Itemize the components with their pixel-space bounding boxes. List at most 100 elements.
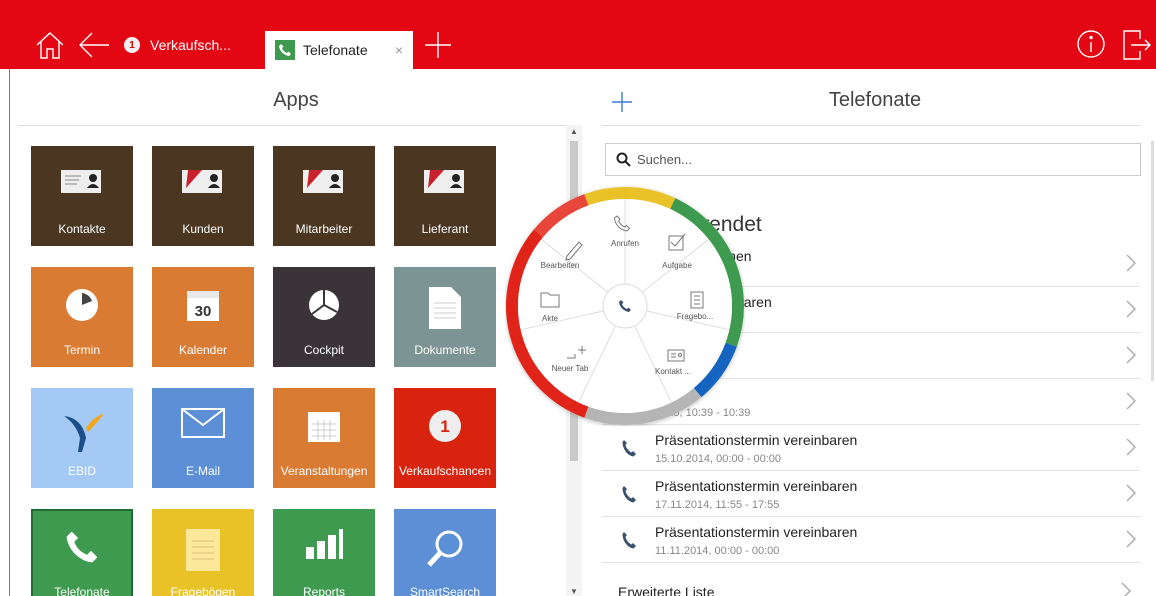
phone-icon (622, 532, 636, 549)
app-tile-smartsearch[interactable]: SmartSearch (394, 509, 496, 596)
app-tile-label: Dokumente (414, 343, 476, 357)
app-tile-e-mail[interactable]: E-Mail (152, 388, 254, 488)
call-title: Präsentationstermin vereinbaren (655, 524, 858, 540)
call-datetime: 15.10.2014, 00:00 - 00:00 (655, 453, 781, 465)
app-tile-mitarbeiter[interactable]: Mitarbeiter (273, 146, 375, 246)
clock-icon (64, 287, 100, 326)
app-tile-kunden[interactable]: Kunden (152, 146, 254, 246)
contact-card-icon (424, 166, 466, 197)
svg-text:1: 1 (440, 417, 449, 436)
call-title: Präsentationstermin vereinbaren (655, 478, 858, 494)
call-list-item[interactable]: Präsentationstermin vereinbaren 11.11.201… (602, 517, 1140, 563)
app-tile-label: SmartSearch (409, 585, 481, 596)
questionnaire-icon (186, 529, 220, 574)
top-bar: 1 Verkaufsch... Telefonate × (0, 0, 1156, 69)
app-tile-label: Mitarbeiter (295, 222, 353, 236)
call-datetime: 17.11.2014, 11:55 - 17:55 (655, 499, 780, 511)
logout-icon[interactable] (1122, 29, 1152, 61)
chevron-right-icon[interactable] (1126, 484, 1136, 502)
app-tile-ebid[interactable]: EBID (31, 388, 133, 488)
call-list-item[interactable]: Präsentationstermin vereinbaren 17.11.201… (602, 471, 1140, 517)
phone-icon (622, 486, 636, 503)
event-calendar-icon (306, 408, 342, 447)
pie-chart-icon (306, 287, 342, 326)
magnifier-icon (425, 529, 465, 572)
phone-icon (622, 440, 636, 457)
badge-icon: 1 (427, 408, 463, 447)
divider (602, 125, 1140, 126)
radial-menu-item-fragebo[interactable]: Fragebo... (677, 312, 713, 321)
app-tile-label: Fragebögen (170, 585, 236, 596)
apps-panel: Apps Kontakte Kunden Mitarbeiter Lieferant T… (9, 69, 582, 596)
app-tile-kalender[interactable]: 30 Kalender (152, 267, 254, 367)
app-tile-label: Cockpit (303, 343, 344, 357)
home-icon[interactable] (34, 30, 66, 60)
app-tile-label: Lieferant (421, 222, 469, 236)
app-tile-reports[interactable]: Reports (273, 509, 375, 596)
app-tile-kontakte[interactable]: Kontakte (31, 146, 133, 246)
apps-title: Apps (273, 89, 319, 111)
app-tile-cockpit[interactable]: Cockpit (273, 267, 375, 367)
call-datetime: 11.11.2014, 00:00 - 00:00 (655, 545, 780, 557)
calendar-icon: 30 (185, 287, 221, 326)
search-icon (616, 152, 631, 167)
radial-menu: Anrufen Aufgabe Fragebo... Kontakt ... Neuer… (506, 187, 744, 425)
app-tile-verkaufschancen[interactable]: 1 Verkaufschancen (394, 388, 496, 488)
chevron-right-icon[interactable] (1126, 300, 1136, 318)
chevron-right-icon[interactable] (1121, 582, 1131, 596)
radial-menu-item-bearbeiten[interactable]: Bearbeiten (541, 261, 580, 270)
back-arrow-icon[interactable] (77, 30, 111, 60)
app-tile-label: Kontakte (58, 222, 106, 236)
chevron-right-icon[interactable] (1126, 438, 1136, 456)
radial-menu-item-anrufen[interactable]: Anrufen (611, 239, 639, 248)
chevron-right-icon[interactable] (1126, 530, 1136, 548)
call-list-item[interactable]: Präsentationstermin vereinbaren 15.10.201… (602, 425, 1140, 471)
app-tile-label: Kalender (178, 343, 228, 357)
radial-menu-item-neuer-tab[interactable]: Neuer Tab (552, 364, 589, 373)
app-tile-label: Veranstaltungen (280, 464, 368, 478)
app-tile-fragebögen[interactable]: Fragebögen (152, 509, 254, 596)
ebid-logo-icon (60, 408, 104, 455)
svg-text:30: 30 (195, 303, 212, 320)
contact-card-icon (303, 166, 345, 197)
radial-menu-item-aufgabe[interactable]: Aufgabe (662, 261, 692, 270)
tab-verkaufschancen[interactable]: 1 Verkaufsch... (124, 28, 231, 62)
app-tile-lieferant[interactable]: Lieferant (394, 146, 496, 246)
extended-list-link[interactable]: Erweiterte Liste (618, 584, 714, 596)
add-tab-icon[interactable] (423, 30, 453, 60)
app-tile-telefonate[interactable]: Telefonate (31, 509, 133, 596)
tab-badge: 1 (124, 37, 140, 53)
telefonate-title: Telefonate (828, 89, 922, 111)
tab-label: Telefonate (303, 42, 368, 58)
scroll-down-icon[interactable]: ▼ (570, 587, 578, 596)
document-icon (429, 287, 461, 332)
app-tile-label: Kunden (182, 222, 224, 236)
app-tile-dokumente[interactable]: Dokumente (394, 267, 496, 367)
tab-telefonate[interactable]: Telefonate × (265, 31, 413, 69)
contact-card-icon (61, 166, 103, 197)
info-icon[interactable] (1076, 29, 1106, 59)
scroll-up-icon[interactable]: ▲ (570, 127, 578, 136)
app-tile-label: E-Mail (185, 464, 220, 478)
bar-chart-icon (304, 529, 344, 562)
contact-card-icon (182, 166, 224, 197)
chevron-right-icon[interactable] (1126, 346, 1136, 364)
phone-icon (275, 40, 295, 60)
app-tile-label: Verkaufschancen (398, 464, 492, 478)
call-title: Präsentationstermin vereinbaren (655, 432, 858, 448)
close-tab-icon[interactable]: × (395, 42, 403, 58)
divider (18, 125, 572, 126)
phone-icon (64, 529, 100, 568)
tab-label: Verkaufsch... (150, 37, 231, 53)
chevron-right-icon[interactable] (1126, 392, 1136, 410)
search-input[interactable]: Suchen... (605, 143, 1141, 176)
radial-menu-item-akte[interactable]: Akte (542, 314, 559, 323)
search-placeholder: Suchen... (637, 152, 692, 167)
radial-menu-item-kontakt[interactable]: Kontakt ... (655, 367, 691, 376)
chevron-right-icon[interactable] (1126, 254, 1136, 272)
list-scrollbar[interactable] (1151, 141, 1154, 381)
envelope-icon (181, 408, 225, 441)
app-tile-termin[interactable]: Termin (31, 267, 133, 367)
app-tile-label: Reports (302, 585, 346, 596)
app-tile-veranstaltungen[interactable]: Veranstaltungen (273, 388, 375, 488)
